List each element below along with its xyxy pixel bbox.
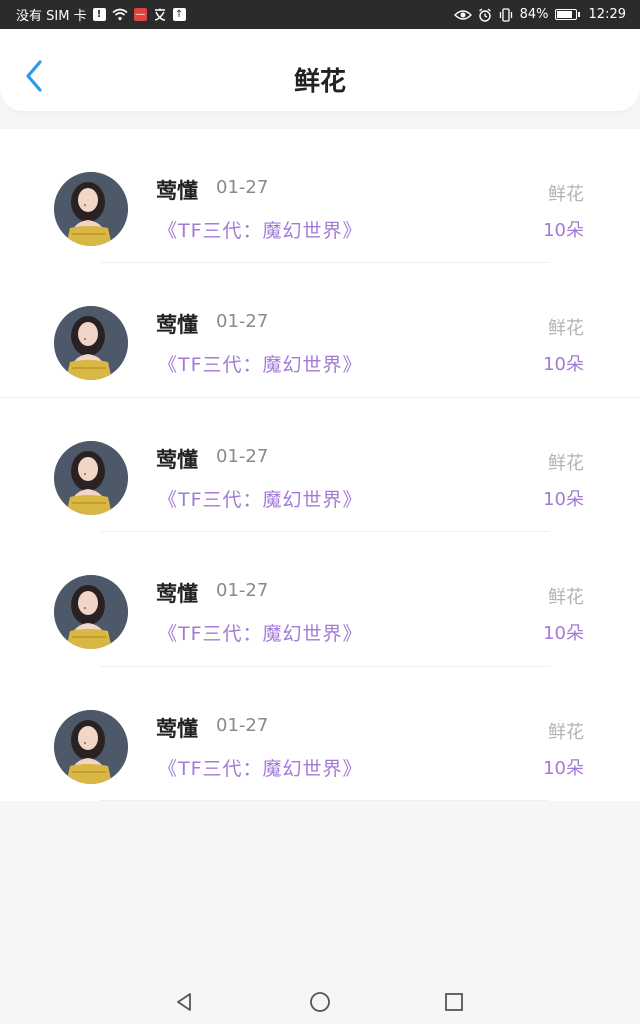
date: 01-27 [216,714,269,736]
avatar-photo [54,709,128,784]
header: 鲜花 [0,29,640,111]
work-title[interactable]: 《TF三代：魔幻世界》 [158,485,363,512]
gift-list: 莺懂 01-27 《TF三代：魔幻世界》 鲜花 10朵 莺懂 01-27 《TF… [0,129,640,801]
square-recents-icon [445,993,463,1011]
user-name: 莺懂 [156,313,198,338]
gift-label: 鲜花 [548,452,584,474]
avatar[interactable] [54,440,128,515]
list-item[interactable]: 莺懂 01-27 《TF三代：魔幻世界》 鲜花 10朵 [0,667,640,801]
list-item[interactable]: 莺懂 01-27 《TF三代：魔幻世界》 鲜花 10朵 [0,532,640,667]
avatar[interactable] [54,709,128,784]
avatar-photo [54,172,128,246]
gift-label: 鲜花 [548,184,584,205]
gift-count: 10朵 [543,757,584,779]
status-right: 84% 12:29 [453,7,626,22]
status-left: 没有 SIM 卡 ! — ↑ [16,5,186,24]
system-nav-bar [0,980,640,1024]
upload-icon: ↑ [172,8,186,21]
list-item[interactable]: 莺懂 01-27 《TF三代：魔幻世界》 鲜花 10朵 [0,263,640,398]
work-title[interactable]: 《TF三代：魔幻世界》 [158,216,363,243]
gift-count: 10朵 [543,623,584,645]
alarm-icon [478,7,491,22]
divider [100,799,550,801]
triangle-back-icon [177,993,191,1011]
gift-count: 10朵 [543,354,584,376]
gift-label: 鲜花 [548,721,584,743]
clock: 12:29 [588,7,626,22]
work-title[interactable]: 《TF三代：魔幻世界》 [158,350,363,377]
avatar[interactable] [54,306,128,381]
user-name: 莺懂 [156,179,198,203]
date: 01-27 [216,445,269,467]
list-item[interactable]: 莺懂 01-27 《TF三代：魔幻世界》 鲜花 10朵 [0,398,640,533]
date: 01-27 [216,177,269,198]
app-notification-icon: — [133,8,147,21]
list-item[interactable]: 莺懂 01-27 《TF三代：魔幻世界》 鲜花 10朵 [0,129,640,264]
gift-count: 10朵 [543,220,584,241]
work-title[interactable]: 《TF三代：魔幻世界》 [158,619,363,646]
gift-label: 鲜花 [548,587,584,609]
work-title[interactable]: 《TF三代：魔幻世界》 [158,754,363,781]
nav-recents-button[interactable] [442,990,466,1014]
date: 01-27 [216,311,269,333]
avatar[interactable] [54,172,128,246]
eye-icon [453,9,472,20]
sim-alert-icon: ! [92,8,106,21]
wifi-icon [112,8,128,21]
user-name: 莺懂 [156,582,198,607]
nav-back-button[interactable] [172,990,196,1014]
date: 01-27 [216,580,269,602]
page-title: 鲜花 [293,67,346,97]
carrier-text: 没有 SIM 卡 [16,9,87,24]
translate-icon [154,8,165,21]
gift-label: 鲜花 [548,318,584,340]
gift-count: 10朵 [543,488,584,510]
nav-home-button[interactable] [308,990,332,1014]
avatar-photo [54,306,128,381]
status-bar: 没有 SIM 卡 ! — ↑ 84% 12:29 [0,0,640,29]
circle-home-icon [310,992,330,1012]
battery-icon [554,9,580,20]
user-name: 莺懂 [156,447,198,472]
battery-percent: 84% [519,7,549,22]
avatar-photo [54,440,128,515]
user-name: 莺懂 [156,716,198,741]
vibrate-icon [499,7,512,22]
avatar-photo [54,575,128,650]
avatar[interactable] [54,575,128,650]
